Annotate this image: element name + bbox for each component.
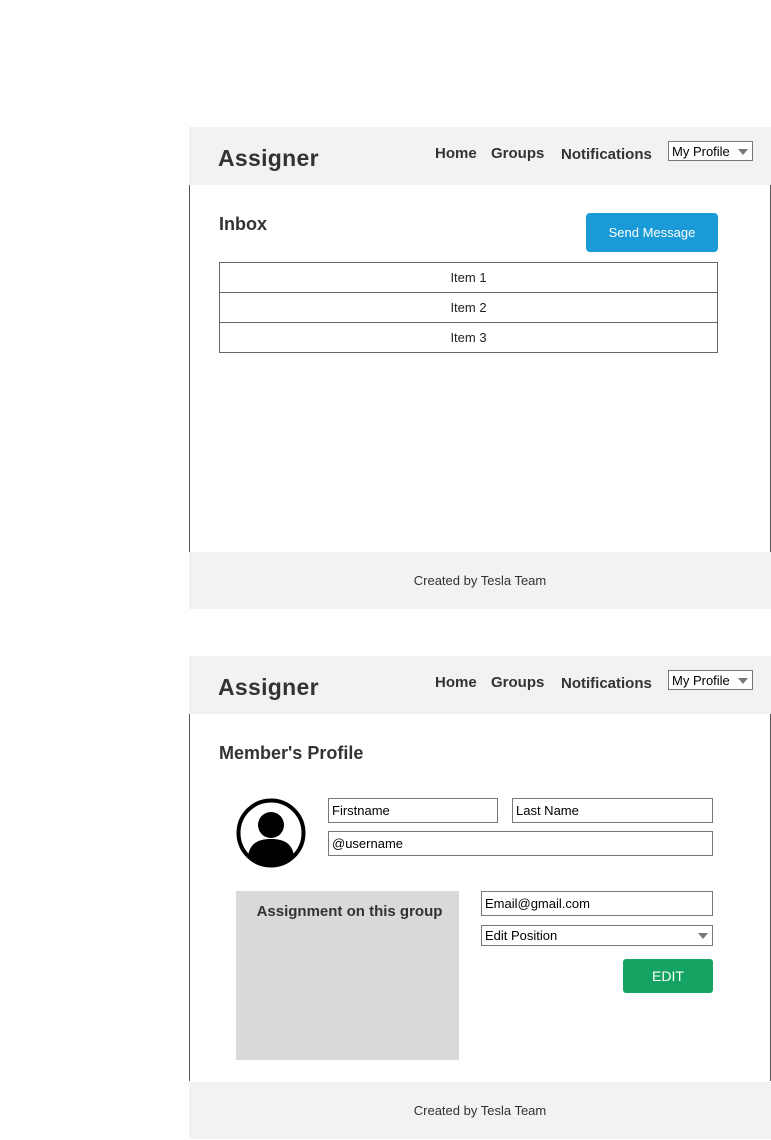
position-dropdown-value: Edit Position xyxy=(485,928,558,943)
chevron-down-icon xyxy=(738,678,748,684)
nav-notifications-link[interactable]: Notifications xyxy=(561,675,652,692)
assignment-panel-title: Assignment on this group xyxy=(256,903,443,920)
profile-content: Member's Profile Firstname Last Name @us… xyxy=(189,714,771,1081)
list-item[interactable]: Item 3 xyxy=(220,323,717,352)
profile-page-frame: Assigner Home Groups Notifications My Pr… xyxy=(189,656,771,1139)
my-profile-dropdown[interactable]: My Profile xyxy=(668,670,753,690)
firstname-field[interactable]: Firstname xyxy=(328,798,498,823)
list-item[interactable]: Item 1 xyxy=(220,263,717,293)
edit-button[interactable]: EDIT xyxy=(623,959,713,993)
inbox-list: Item 1 Item 2 Item 3 xyxy=(219,262,718,353)
position-dropdown[interactable]: Edit Position xyxy=(481,925,713,946)
brand-logo[interactable]: Assigner xyxy=(218,145,319,172)
nav-home-link[interactable]: Home xyxy=(435,145,477,162)
nav-groups-link[interactable]: Groups xyxy=(491,145,544,162)
inbox-page-frame: Assigner Home Groups Notifications My Pr… xyxy=(189,127,771,609)
nav-groups-link[interactable]: Groups xyxy=(491,674,544,691)
my-profile-dropdown-value: My Profile xyxy=(672,673,730,688)
nav-home-link[interactable]: Home xyxy=(435,674,477,691)
footer: Created by Tesla Team xyxy=(189,552,771,609)
brand-logo[interactable]: Assigner xyxy=(218,674,319,701)
username-field[interactable]: @username xyxy=(328,831,713,856)
footer: Created by Tesla Team xyxy=(189,1082,771,1139)
page-title: Inbox xyxy=(219,214,267,234)
my-profile-dropdown[interactable]: My Profile xyxy=(668,141,753,161)
chevron-down-icon xyxy=(738,149,748,155)
navbar: Assigner Home Groups Notifications My Pr… xyxy=(189,127,771,185)
assignment-panel: Assignment on this group xyxy=(236,891,459,1060)
user-avatar-icon xyxy=(236,798,306,868)
inbox-content: Inbox Send Message Item 1 Item 2 Item 3 xyxy=(189,185,771,552)
page-title: Member's Profile xyxy=(219,743,364,763)
nav-notifications-link[interactable]: Notifications xyxy=(561,146,652,163)
send-message-button[interactable]: Send Message xyxy=(586,213,718,252)
my-profile-dropdown-value: My Profile xyxy=(672,144,730,159)
chevron-down-icon xyxy=(698,933,708,939)
email-field[interactable]: Email@gmail.com xyxy=(481,891,713,916)
lastname-field[interactable]: Last Name xyxy=(512,798,713,823)
list-item[interactable]: Item 2 xyxy=(220,293,717,323)
navbar: Assigner Home Groups Notifications My Pr… xyxy=(189,656,771,714)
